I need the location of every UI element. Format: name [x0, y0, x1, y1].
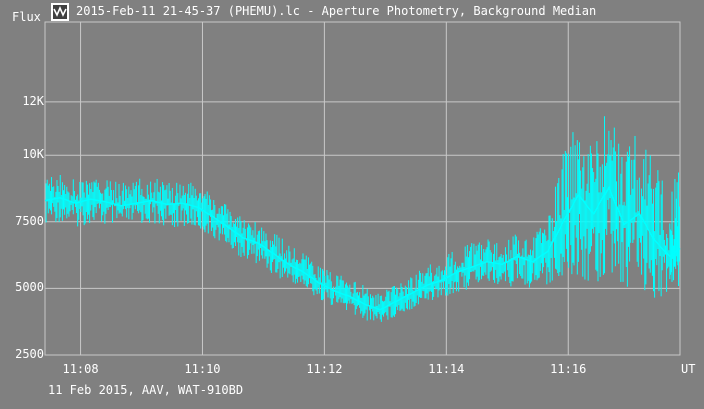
y-tick-label: 10K [22, 147, 44, 162]
x-tick-label: 11:16 [550, 362, 587, 376]
x-tick-label: 11:12 [306, 362, 343, 376]
y-tick-label: 5000 [15, 280, 44, 295]
y-tick-label: 12K [22, 93, 44, 108]
y-tick-label: 7500 [15, 213, 44, 228]
y-tick-label: 2500 [15, 347, 44, 361]
x-tick-label: 11:10 [184, 362, 221, 376]
lightcurve-plot[interactable] [0, 0, 704, 409]
x-axis-unit-label: UT [681, 362, 696, 376]
y-axis-label: Flux [12, 10, 41, 24]
x-tick-label: 11:08 [62, 362, 99, 376]
observation-info: 11 Feb 2015, AAV, WAT-910BD [48, 383, 244, 397]
x-tick-label: 11:14 [428, 362, 465, 376]
